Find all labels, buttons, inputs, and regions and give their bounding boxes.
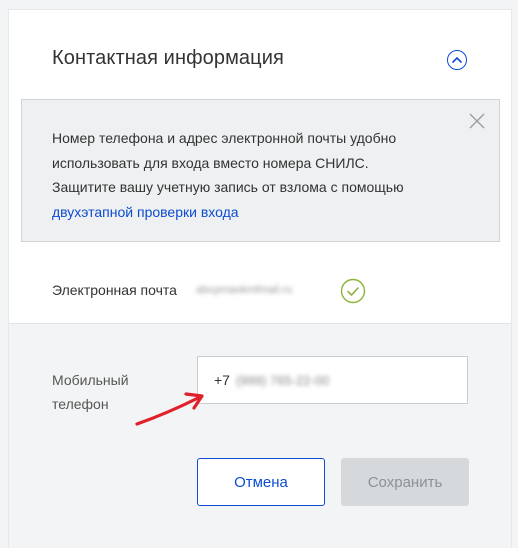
phone-number-value: (999) 765-22-00 [235,372,330,388]
info-line: Защитите вашу учетную запись от взлома с… [52,179,404,195]
verified-check-icon [340,278,366,304]
section-title: Контактная информация [52,47,284,69]
two-step-verification-link[interactable]: двухэтапной проверки входа [52,204,239,220]
info-line: Номер телефона и адрес электронной почты… [52,130,397,146]
cancel-button[interactable]: Отмена [197,458,325,506]
info-line: использовать для входа вместо номера СНИ… [52,154,369,171]
email-label: Электронная почта [52,282,177,298]
chevron-up-icon [451,56,463,64]
phone-country-prefix: +7 [214,372,230,388]
phone-label: Мобильный телефон [52,368,162,416]
phone-input[interactable]: +7 (999) 765-22-00 [197,356,468,404]
phone-label-line: Мобильный [52,372,129,388]
phone-label-line: телефон [52,396,109,412]
collapse-button[interactable] [447,50,467,70]
contact-info-card: Контактная информация Номер телефона и а… [8,9,512,548]
info-banner: Номер телефона и адрес электронной почты… [21,99,500,242]
close-icon[interactable] [468,112,486,130]
save-button[interactable]: Сохранить [341,458,469,506]
info-text: Номер телефона и адрес электронной почты… [52,126,452,224]
email-value: abcpmaokmfmail.ru [196,284,292,296]
